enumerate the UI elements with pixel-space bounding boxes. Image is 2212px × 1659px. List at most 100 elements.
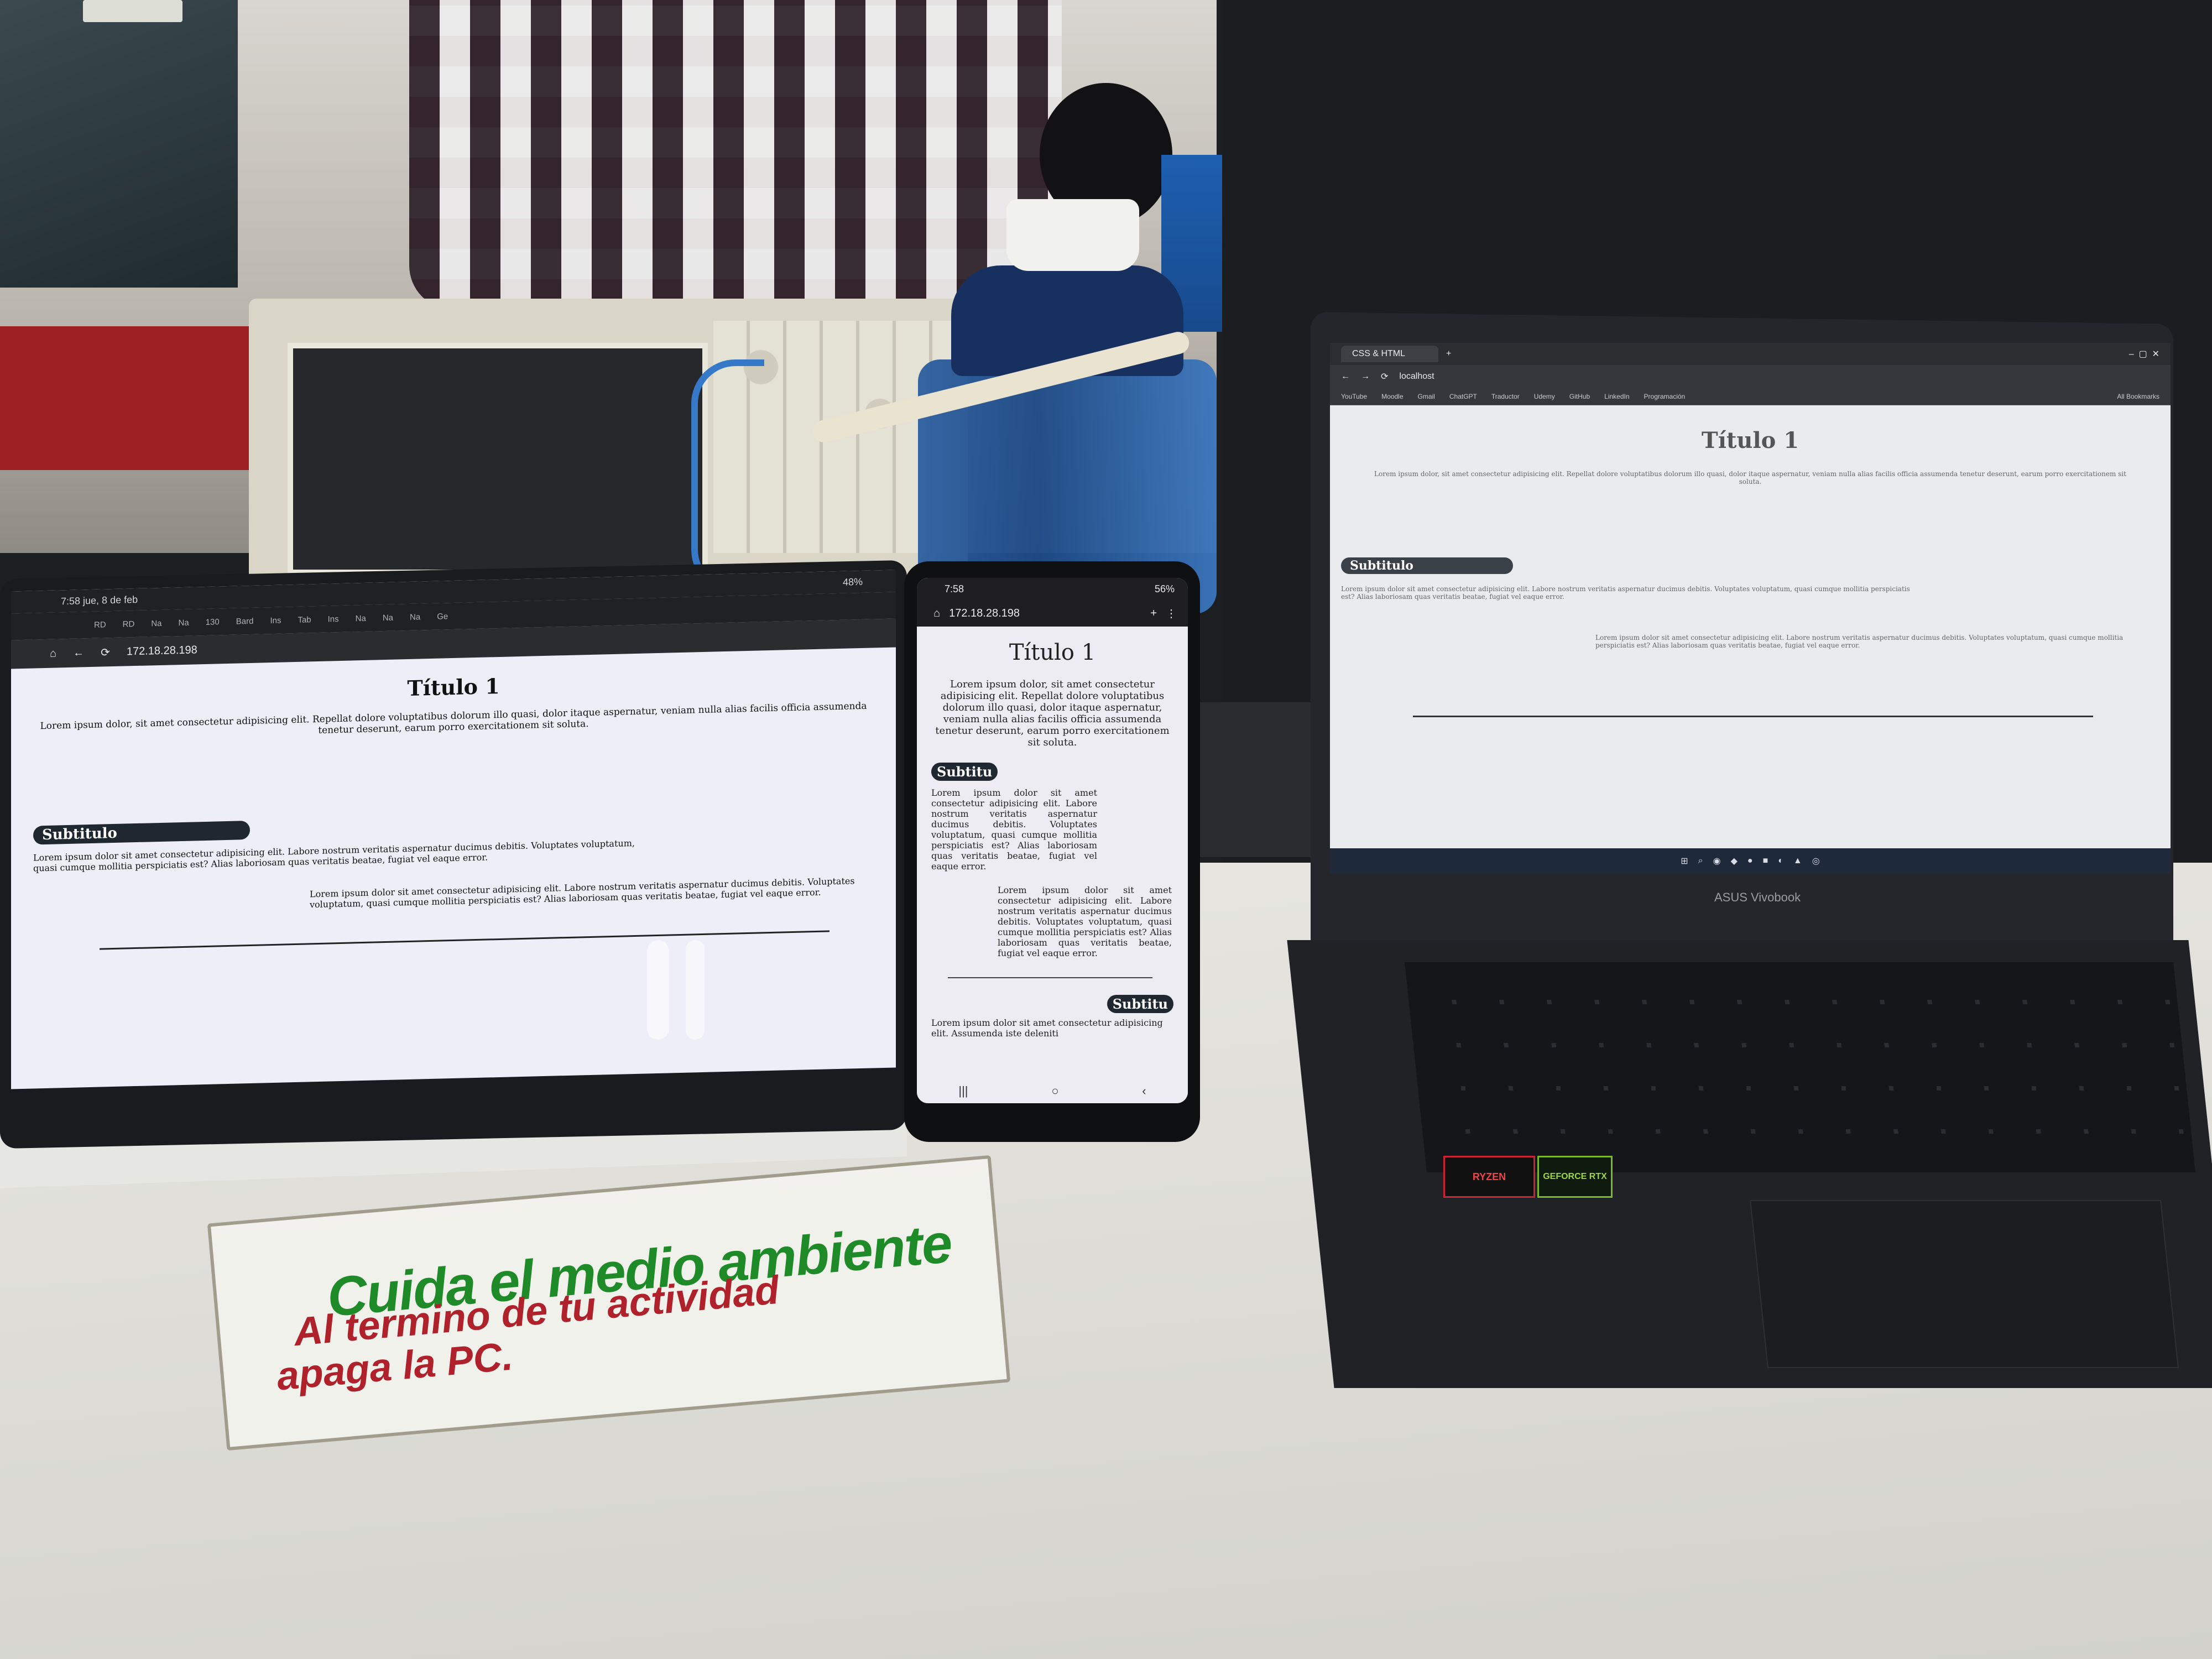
phone-url[interactable]: 172.18.28.198 xyxy=(949,607,1020,620)
bookmark-item[interactable]: Gmail xyxy=(1418,393,1435,400)
oscilloscope-screen xyxy=(288,343,708,575)
browser-tab[interactable]: Bard xyxy=(236,616,254,626)
search-icon[interactable]: ⌕ xyxy=(1698,856,1703,866)
browser-tab[interactable]: Na xyxy=(151,618,161,628)
browser-tab[interactable]: Ins xyxy=(270,615,281,625)
laptop-browser-titlebar: CSS & HTML + – ▢ ✕ xyxy=(1330,343,2171,365)
app-icon[interactable]: ◎ xyxy=(1812,855,1820,867)
background-keyboard xyxy=(1183,702,1316,857)
laptop-url[interactable]: localhost xyxy=(1399,372,1434,382)
page-title: Título 1 xyxy=(1009,640,1096,665)
bookmark-item[interactable]: Traductor xyxy=(1491,393,1520,400)
phone-address-bar[interactable]: ⌂ 172.18.28.198 + ⋮ xyxy=(917,600,1188,627)
home-icon[interactable]: ⌂ xyxy=(50,647,56,660)
laptop-touchpad xyxy=(1750,1200,2179,1368)
paragraph-1: Lorem ipsum dolor sit amet consectetur a… xyxy=(931,787,1097,872)
back-icon[interactable]: ← xyxy=(73,646,84,659)
laptop-keyboard xyxy=(1405,962,2195,1172)
phone-webpage: Título 1 Lorem ipsum dolor, sit amet con… xyxy=(917,627,1188,1046)
subtitle-pill: Subtitu xyxy=(1107,995,1173,1013)
home-icon[interactable]: ⌂ xyxy=(933,607,940,620)
horizontal-rule xyxy=(1413,716,2093,717)
laptop-webpage: Título 1 Lorem ipsum dolor, sit amet con… xyxy=(1330,405,2171,728)
phone-nav-bar: ||| ○ ‹ xyxy=(917,1079,1188,1103)
browser-tab[interactable]: Ins xyxy=(328,614,339,624)
browser-tab[interactable]: Tab xyxy=(298,615,311,625)
browser-tab[interactable]: RD xyxy=(94,620,106,630)
screen-glare xyxy=(686,940,705,1040)
horizontal-rule xyxy=(948,977,1152,978)
back-icon[interactable]: ← xyxy=(1341,372,1350,382)
paragraph-2: Lorem ipsum dolor sit amet consectetur a… xyxy=(310,875,855,910)
bookmark-item[interactable]: Programación xyxy=(1644,393,1686,400)
bookmark-item[interactable]: GitHub xyxy=(1569,393,1590,400)
water-bottle-cap xyxy=(1006,199,1139,271)
home-button-icon[interactable]: ○ xyxy=(1051,1084,1058,1098)
laptop-browser-tab[interactable]: CSS & HTML xyxy=(1341,346,1439,362)
tablet-time: 7:58 jue, 8 de feb xyxy=(61,593,138,607)
screen-glare xyxy=(647,940,669,1040)
intro-paragraph: Lorem ipsum dolor, sit amet consectetur … xyxy=(935,679,1170,748)
blue-cable xyxy=(691,359,764,594)
start-icon[interactable]: ⊞ xyxy=(1681,855,1688,867)
tablet-url[interactable]: 172.18.28.198 xyxy=(127,644,197,658)
ceiling-light xyxy=(83,0,182,22)
tablet-screen: 7:58 jue, 8 de feb 48% RD RD Na Na 130 B… xyxy=(11,570,896,1089)
bookmark-item[interactable]: All Bookmarks xyxy=(2117,393,2159,400)
laptop-brand: ASUS Vivobook xyxy=(1714,890,1801,904)
new-tab-icon[interactable]: + xyxy=(1150,607,1157,620)
bookmark-item[interactable]: Moodle xyxy=(1381,393,1403,400)
intro-paragraph: Lorem ipsum dolor, sit amet consectetur … xyxy=(1374,470,2126,486)
amd-sticker: RYZEN xyxy=(1443,1156,1535,1198)
paragraph-1: Lorem ipsum dolor sit amet consectetur a… xyxy=(33,837,635,874)
person-plaid-shirt xyxy=(409,0,1062,310)
phone-time: 7:58 xyxy=(945,583,964,594)
app-icon[interactable]: ■ xyxy=(1763,856,1768,866)
tablet-battery: 48% xyxy=(842,576,863,588)
phone-battery: 56% xyxy=(1154,583,1175,594)
bookmark-item[interactable]: ChatGPT xyxy=(1449,393,1477,400)
browser-tab[interactable]: RD xyxy=(123,619,135,629)
page-title: Título 1 xyxy=(1701,427,1799,453)
browser-tab[interactable]: Ge xyxy=(437,612,448,621)
subtitle-pill: Subtitulo xyxy=(33,820,250,845)
paragraph-2: Lorem ipsum dolor sit amet consectetur a… xyxy=(1595,634,2124,649)
browser-tab[interactable]: Na xyxy=(410,612,420,622)
phone-status-bar: 7:58 56% xyxy=(917,578,1188,600)
subtitle-pill: Subtitulo xyxy=(1341,557,1513,574)
paragraph-3: Lorem ipsum dolor sit amet consectetur a… xyxy=(931,1018,1163,1039)
horizontal-rule xyxy=(100,930,830,950)
app-icon[interactable]: ● xyxy=(1747,856,1753,866)
browser-tab[interactable]: Na xyxy=(356,613,366,623)
window-controls[interactable]: – ▢ ✕ xyxy=(2129,348,2159,359)
nvidia-sticker: GEFORCE RTX xyxy=(1537,1156,1613,1198)
new-tab-icon[interactable]: + xyxy=(1446,349,1451,359)
browser-tab[interactable]: Na xyxy=(383,613,393,622)
laptop-screen: CSS & HTML + – ▢ ✕ ← → ⟳ localhost YouTu… xyxy=(1330,343,2171,874)
phone-screen: 7:58 56% ⌂ 172.18.28.198 + ⋮ Título 1 Lo… xyxy=(917,578,1188,1103)
laptop-bookmarks-bar: YouTube Moodle Gmail ChatGPT Traductor U… xyxy=(1330,388,2171,405)
laptop-tab-title: CSS & HTML xyxy=(1352,349,1406,358)
paragraph-1: Lorem ipsum dolor sit amet consectetur a… xyxy=(1341,585,1910,601)
bookmark-item[interactable]: LinkedIn xyxy=(1604,393,1629,400)
red-panel xyxy=(0,326,254,470)
reload-icon[interactable]: ⟳ xyxy=(1381,371,1388,382)
windows-taskbar: ⊞ ⌕ ◉ ◆ ● ■ ◐ ▲ ◎ xyxy=(1330,848,2171,874)
bookmark-item[interactable]: YouTube xyxy=(1341,393,1367,400)
recents-icon[interactable]: ||| xyxy=(958,1084,968,1098)
bookmark-item[interactable]: Udemy xyxy=(1534,393,1555,400)
forward-icon[interactable]: → xyxy=(1361,372,1370,382)
app-icon[interactable]: ◆ xyxy=(1731,855,1738,867)
subtitle-pill: Subtitu xyxy=(931,763,998,781)
background-window xyxy=(0,0,238,288)
app-icon[interactable]: ▲ xyxy=(1793,856,1802,866)
laptop-address-bar[interactable]: ← → ⟳ localhost xyxy=(1330,365,2171,388)
app-icon[interactable]: ◉ xyxy=(1713,855,1721,867)
back-icon[interactable]: ‹ xyxy=(1142,1084,1146,1098)
reload-icon[interactable]: ⟳ xyxy=(101,645,110,659)
menu-icon[interactable]: ⋮ xyxy=(1166,607,1177,620)
paragraph-2: Lorem ipsum dolor sit amet consectetur a… xyxy=(998,885,1172,958)
browser-tab[interactable]: Na xyxy=(179,618,189,627)
app-icon[interactable]: ◐ xyxy=(1778,856,1783,866)
browser-tab[interactable]: 130 xyxy=(206,617,220,627)
